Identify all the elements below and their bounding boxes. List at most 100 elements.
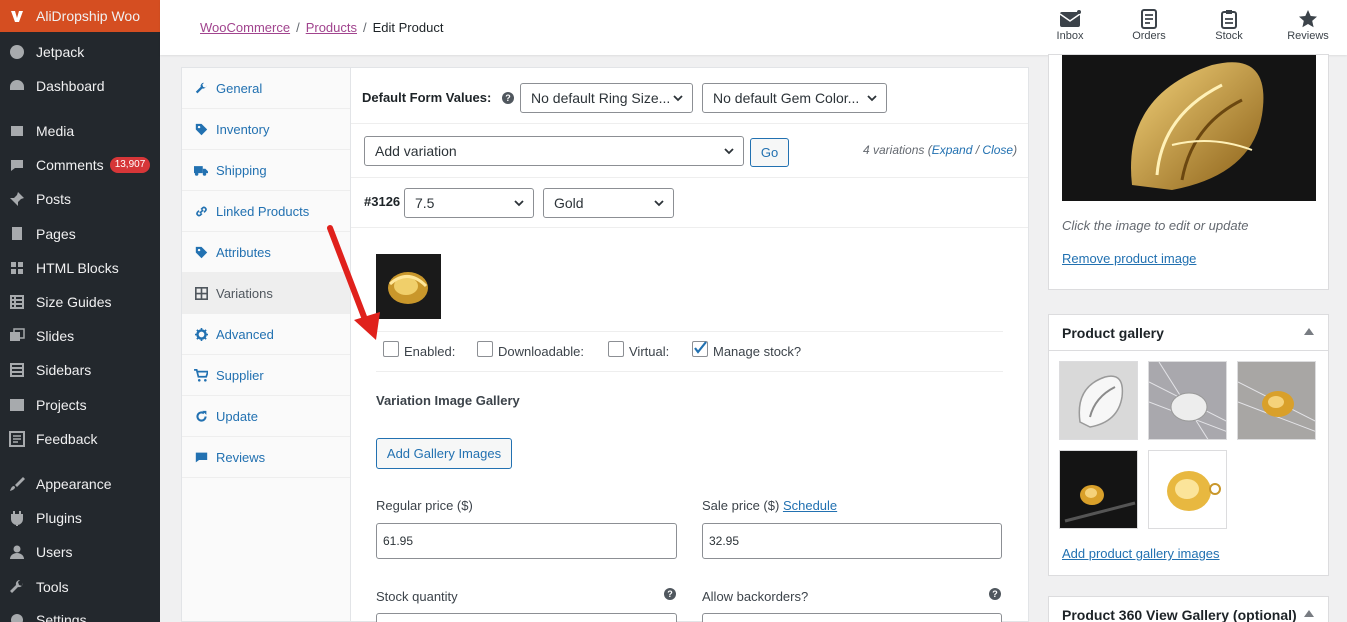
wrench-icon: [8, 578, 26, 596]
admin-sidebar: AliDropship Woo Jetpack Dashboard Media …: [0, 0, 160, 622]
tab-label: Linked Products: [216, 203, 310, 219]
manage-stock-checkbox[interactable]: [692, 341, 708, 357]
tag-icon: [194, 245, 208, 259]
gallery-thumbnail[interactable]: [1059, 361, 1138, 440]
reviews-button[interactable]: Reviews: [1278, 8, 1338, 50]
collapse-arrow-icon[interactable]: [1304, 610, 1314, 617]
sidebar-item-jetpack[interactable]: Jetpack: [0, 37, 160, 67]
variation-id: #3126: [364, 194, 401, 209]
virtual-label: Virtual:: [629, 344, 670, 359]
tab-shipping[interactable]: Shipping: [182, 150, 350, 191]
sale-price-input[interactable]: 32.95: [702, 523, 1002, 559]
collapse-arrow-icon[interactable]: [1304, 328, 1314, 335]
variation-ring-size-select[interactable]: 7.5: [404, 188, 534, 218]
select-value: Add variation: [375, 143, 457, 159]
stock-label: Stock: [1215, 30, 1243, 42]
remove-product-image-link[interactable]: Remove product image: [1062, 251, 1196, 266]
product-gallery-box: Product gallery Add product gallery imag…: [1048, 314, 1329, 576]
sidebar-item-comments[interactable]: Comments 13,907: [0, 150, 160, 180]
tab-label: Inventory: [216, 121, 270, 137]
sidebar-item-feedback[interactable]: Feedback: [0, 424, 160, 454]
add-variation-select[interactable]: Add variation: [364, 136, 744, 166]
allow-backorders-select[interactable]: [702, 613, 1002, 622]
close-paren-text: ): [1013, 143, 1018, 157]
portfolio-icon: [8, 396, 26, 414]
close-link[interactable]: Close: [982, 143, 1013, 157]
add-gallery-images-button[interactable]: Add Gallery Images: [376, 438, 512, 469]
product-360-gallery-header[interactable]: Product 360 View Gallery (optional): [1049, 597, 1328, 622]
schedule-link[interactable]: Schedule: [783, 498, 837, 513]
select-value: No default Ring Size...: [531, 90, 671, 106]
sidebar-item-users[interactable]: Users: [0, 537, 160, 567]
sidebar-item-media[interactable]: Media: [0, 116, 160, 146]
help-icon[interactable]: ?: [502, 92, 514, 104]
table-icon: [8, 293, 26, 311]
sidebar-item-dashboard[interactable]: Dashboard: [0, 71, 160, 101]
virtual-checkbox[interactable]: [608, 341, 624, 357]
tab-general[interactable]: General: [182, 68, 350, 109]
tab-reviews[interactable]: Reviews: [182, 437, 350, 478]
regular-price-input[interactable]: 61.95: [376, 523, 677, 559]
gallery-thumbnail[interactable]: [1237, 361, 1316, 440]
orders-button[interactable]: Orders: [1119, 8, 1179, 50]
chevron-down-icon: [653, 196, 665, 212]
help-icon[interactable]: ?: [664, 588, 676, 600]
variation-gem-color-select[interactable]: Gold: [543, 188, 674, 218]
regular-price-label: Regular price ($): [376, 498, 473, 513]
inbox-button[interactable]: Inbox: [1040, 8, 1100, 50]
gallery-thumbnail[interactable]: [1148, 361, 1227, 440]
tab-label: Update: [216, 408, 258, 424]
sidebar-item-label: Appearance: [36, 476, 112, 492]
sidebar-item-label: Pages: [36, 226, 76, 242]
product-image[interactable]: [1062, 55, 1316, 201]
sidebar-item-html-blocks[interactable]: HTML Blocks: [0, 253, 160, 283]
sidebar-item-label: Size Guides: [36, 294, 112, 310]
default-ring-size-select[interactable]: No default Ring Size...: [520, 83, 693, 113]
tab-inventory[interactable]: Inventory: [182, 109, 350, 150]
sidebar-item-posts[interactable]: Posts: [0, 184, 160, 214]
sidebar-item-alidropship[interactable]: AliDropship Woo: [0, 0, 160, 32]
select-value: No default Gem Color...: [713, 90, 860, 106]
default-gem-color-select[interactable]: No default Gem Color...: [702, 83, 887, 113]
comments-icon: [8, 156, 26, 174]
variation-header-row[interactable]: #3126 7.5 Gold: [351, 179, 1028, 228]
slash-text: /: [972, 143, 983, 157]
gallery-thumbnail[interactable]: [1148, 450, 1227, 529]
sidebar-item-sidebars[interactable]: Sidebars: [0, 355, 160, 385]
tab-label: Reviews: [216, 449, 266, 465]
sidebar-item-size-guides[interactable]: Size Guides: [0, 287, 160, 317]
sidebar-item-pages[interactable]: Pages: [0, 219, 160, 249]
breadcrumb-woocommerce-link[interactable]: WooCommerce: [200, 20, 290, 35]
add-product-gallery-images-link[interactable]: Add product gallery images: [1062, 546, 1220, 561]
sidebar-item-tools[interactable]: Tools: [0, 572, 160, 602]
gallery-thumbnail[interactable]: [1059, 450, 1138, 529]
box-title: Product 360 View Gallery (optional): [1062, 606, 1297, 622]
sidebar-item-plugins[interactable]: Plugins: [0, 503, 160, 533]
stock-quantity-input[interactable]: [376, 613, 677, 622]
tab-update[interactable]: Update: [182, 396, 350, 437]
tab-supplier[interactable]: Supplier: [182, 355, 350, 396]
select-value: 7.5: [415, 195, 435, 211]
chevron-down-icon: [672, 91, 684, 107]
sidebar-item-settings[interactable]: Settings: [0, 605, 160, 622]
breadcrumb-products-link[interactable]: Products: [306, 20, 357, 35]
alidropship-icon: [8, 7, 26, 25]
downloadable-checkbox[interactable]: [477, 341, 493, 357]
grid-icon: [8, 259, 26, 277]
product-image-box: Click the image to edit or update Remove…: [1048, 54, 1329, 290]
sidebar-item-label: Tools: [36, 579, 69, 595]
sidebar-item-projects[interactable]: Projects: [0, 390, 160, 420]
expand-link[interactable]: Expand: [932, 143, 973, 157]
sidebar-item-label: Users: [36, 544, 73, 560]
breadcrumb-current: Edit Product: [372, 20, 444, 35]
comments-count-badge: 13,907: [109, 157, 151, 173]
variations-count: 4 variations (Expand / Close): [863, 143, 1017, 157]
go-button[interactable]: Go: [750, 138, 789, 167]
orders-icon: [1140, 8, 1158, 30]
product-gallery-header[interactable]: Product gallery: [1049, 315, 1328, 351]
stock-button[interactable]: Stock: [1199, 8, 1259, 50]
sidebar-item-label: Sidebars: [36, 362, 92, 378]
help-icon[interactable]: ?: [989, 588, 1001, 600]
sidebar-item-slides[interactable]: Slides: [0, 321, 160, 351]
sidebar-item-appearance[interactable]: Appearance: [0, 469, 160, 499]
